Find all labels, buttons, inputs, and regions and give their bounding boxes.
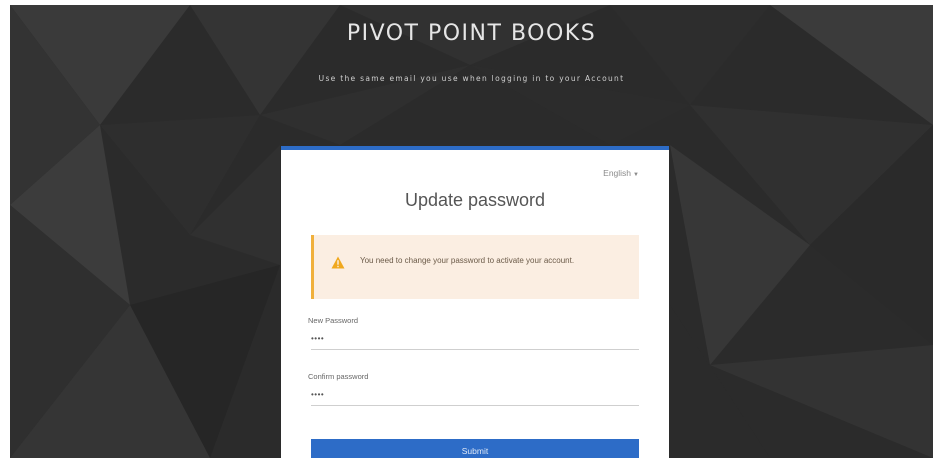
new-password-field[interactable]: •••• [311, 328, 639, 350]
new-password-value: •••• [311, 334, 325, 343]
confirm-password-field[interactable]: •••• [311, 384, 639, 406]
page-subtitle: Use the same email you use when logging … [318, 74, 625, 83]
confirm-password-value: •••• [311, 390, 325, 399]
brand-title: PIVOT POINT BOOKS [346, 21, 597, 46]
alert-message: You need to change your password to acti… [360, 256, 575, 265]
page-title: Update password [404, 190, 546, 210]
warning-icon [331, 256, 345, 269]
submit-button[interactable]: Submit [311, 439, 639, 458]
chevron-down-icon: ▼ [633, 172, 639, 178]
update-password-card: English ▼ Update password You need to cha… [281, 146, 669, 458]
language-selector[interactable]: English ▼ [603, 168, 639, 178]
language-label: English [603, 168, 632, 178]
confirm-password-label: Confirm password [308, 372, 369, 381]
warning-alert: You need to change your password to acti… [311, 235, 639, 299]
new-password-label: New Password [308, 316, 359, 325]
login-page-background: PIVOT POINT BOOKS Use the same email you… [10, 5, 933, 458]
